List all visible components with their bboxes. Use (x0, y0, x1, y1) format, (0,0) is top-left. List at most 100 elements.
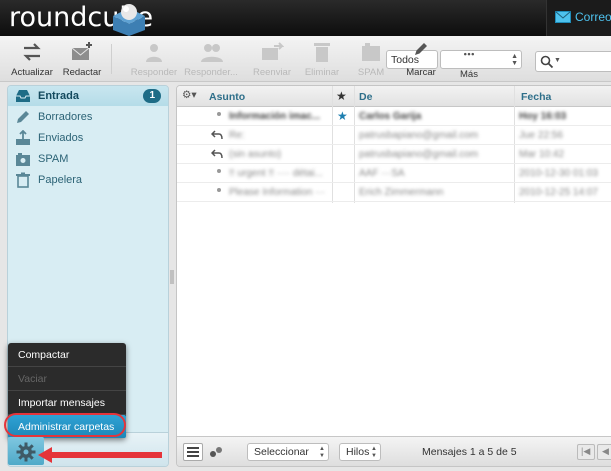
search-options-arrow-icon[interactable]: ▼ (554, 57, 561, 64)
compose-icon (71, 42, 92, 60)
prev-page-button[interactable]: ◀ (597, 444, 611, 460)
message-date: Mar 10:42 (519, 149, 565, 160)
first-page-button[interactable]: |◀ (577, 444, 595, 460)
trash-folder-icon (16, 172, 30, 188)
message-subject: (sin asunto) (229, 149, 282, 160)
message-subject: Re: (229, 130, 245, 141)
toolbar: Actualizar Redactar Responder Responder.… (0, 36, 611, 82)
list-lines-icon (187, 447, 199, 457)
compose-button[interactable]: Redactar (60, 40, 104, 78)
threads-label: Hilos (346, 446, 370, 458)
sent-icon (16, 130, 30, 145)
first-page-icon: |◀ (581, 446, 591, 456)
reply-all-button[interactable]: Responder... (184, 40, 238, 78)
message-dot-icon (217, 169, 221, 173)
message-count-text: Mensajes 1 a 5 de 5 (422, 446, 517, 458)
menu-item-compact[interactable]: Compactar (8, 343, 126, 365)
envelope-icon (555, 11, 571, 23)
reply-all-icon (201, 44, 223, 62)
replied-arrow-icon (211, 130, 223, 140)
table-row[interactable]: Información imac... ★ Carlos Garija Hoy … (177, 107, 611, 126)
message-dot-icon (217, 188, 221, 192)
column-header-from[interactable]: De (359, 91, 372, 103)
table-row[interactable]: Re: patrusbapiano@gmail.com Jue 22:56 (177, 126, 611, 145)
list-view-toggle-button[interactable] (183, 443, 203, 461)
folder-label: SPAM (38, 153, 69, 165)
more-button[interactable]: Más (452, 40, 486, 80)
forward-label: Reenviar (252, 67, 292, 78)
highlight-ring (4, 413, 126, 437)
menu-item-empty: Vaciar (18, 373, 47, 385)
select-messages-dropdown[interactable]: Seleccionar ▲ ▼ (247, 443, 329, 461)
message-from: AAF ···SA (359, 168, 405, 179)
table-row[interactable]: !! urgent !! ···· détai... AAF ···SA 201… (177, 164, 611, 183)
mark-button[interactable]: Marcar (401, 40, 441, 78)
mail-tab[interactable]: Correo (546, 0, 611, 36)
message-list-panel: ⚙▾ Asunto ★ De Fecha Información imac...… (176, 85, 611, 467)
unread-dot-icon (217, 112, 221, 116)
message-list-footer: Seleccionar ▲ ▼ Hilos ▲ ▼ Mensajes 1 a 5 d… (177, 436, 611, 466)
folder-item-inbox[interactable]: Entrada 1 (8, 86, 168, 106)
menu-item-import-messages[interactable]: Importar mensajes (8, 391, 126, 413)
table-row[interactable]: (sin asunto) patrusbapiano@gmail.com Mar… (177, 145, 611, 164)
list-options-gear-icon[interactable]: ⚙▾ (182, 89, 197, 101)
folder-label: Entrada (38, 90, 79, 102)
flag-column-star-icon[interactable]: ★ (336, 89, 347, 103)
column-header-date[interactable]: Fecha (521, 91, 551, 103)
search-input[interactable]: ▼ (535, 51, 611, 72)
inbox-icon (16, 90, 30, 102)
more-label: Más (460, 69, 478, 80)
spam-icon (362, 43, 380, 61)
annotation-arrow-icon (38, 447, 162, 463)
message-from: Carlos Garija (359, 111, 422, 122)
prev-page-icon: ◀ (602, 446, 609, 456)
drafts-pencil-icon (17, 111, 29, 123)
folder-label: Enviados (38, 132, 84, 144)
folder-item-sent[interactable]: Enviados (8, 128, 168, 148)
compose-label: Redactar (62, 67, 102, 78)
reply-button[interactable]: Responder (130, 40, 178, 78)
spam-button[interactable]: SPAM (352, 40, 390, 78)
trash-icon (314, 43, 330, 62)
header-bar: roundcube Correo (0, 0, 611, 36)
refresh-icon (23, 43, 41, 61)
message-from: Erich Zimmermann (359, 187, 444, 198)
message-from: patrusbapiano@gmail.com (359, 130, 479, 141)
threads-view-icon[interactable] (209, 446, 223, 458)
message-date: 2010-12-25 14:07 (519, 187, 598, 198)
select-messages-label: Seleccionar (254, 446, 309, 458)
pencil-icon (415, 43, 427, 55)
folder-item-trash[interactable]: Papelera (8, 170, 168, 190)
logo-box-icon (113, 4, 145, 36)
message-subject: !! urgent !! ···· détai... (229, 168, 323, 179)
replied-arrow-icon (211, 149, 223, 159)
spam-folder-icon (16, 153, 30, 166)
panel-splitter-handle[interactable] (170, 270, 174, 284)
threads-dropdown[interactable]: Hilos ▲ ▼ (339, 443, 381, 461)
select-arrows-icon: ▲ ▼ (319, 446, 325, 459)
message-subject: Please Information ··· (229, 187, 326, 198)
select-arrows-icon: ▲ ▼ (511, 53, 518, 67)
message-subject: Información imac... (229, 111, 321, 122)
refresh-button[interactable]: Actualizar (10, 40, 54, 78)
folder-item-spam[interactable]: SPAM (8, 149, 168, 169)
folder-item-drafts[interactable]: Borradores (8, 107, 168, 127)
message-date: 2010-12-30 01:03 (519, 168, 598, 179)
message-from: patrusbapiano@gmail.com (359, 149, 479, 160)
delete-label: Eliminar (304, 67, 340, 78)
delete-button[interactable]: Eliminar (302, 40, 342, 78)
select-arrows-icon: ▲ ▼ (371, 446, 377, 459)
folder-label: Papelera (38, 174, 83, 186)
folder-label: Borradores (38, 111, 93, 123)
table-row[interactable]: Please Information ··· Erich Zimmermann … (177, 183, 611, 202)
flagged-star-icon[interactable]: ★ (337, 109, 348, 123)
column-header-subject[interactable]: Asunto (209, 91, 245, 103)
reply-all-label: Responder... (184, 67, 238, 78)
unread-count-badge: 1 (143, 89, 161, 103)
reply-icon (146, 44, 162, 62)
forward-button[interactable]: Reenviar (250, 40, 294, 78)
search-icon (540, 55, 554, 69)
spam-label: SPAM (357, 67, 385, 78)
message-date: Jue 22:56 (519, 130, 563, 141)
gear-icon (16, 442, 36, 462)
